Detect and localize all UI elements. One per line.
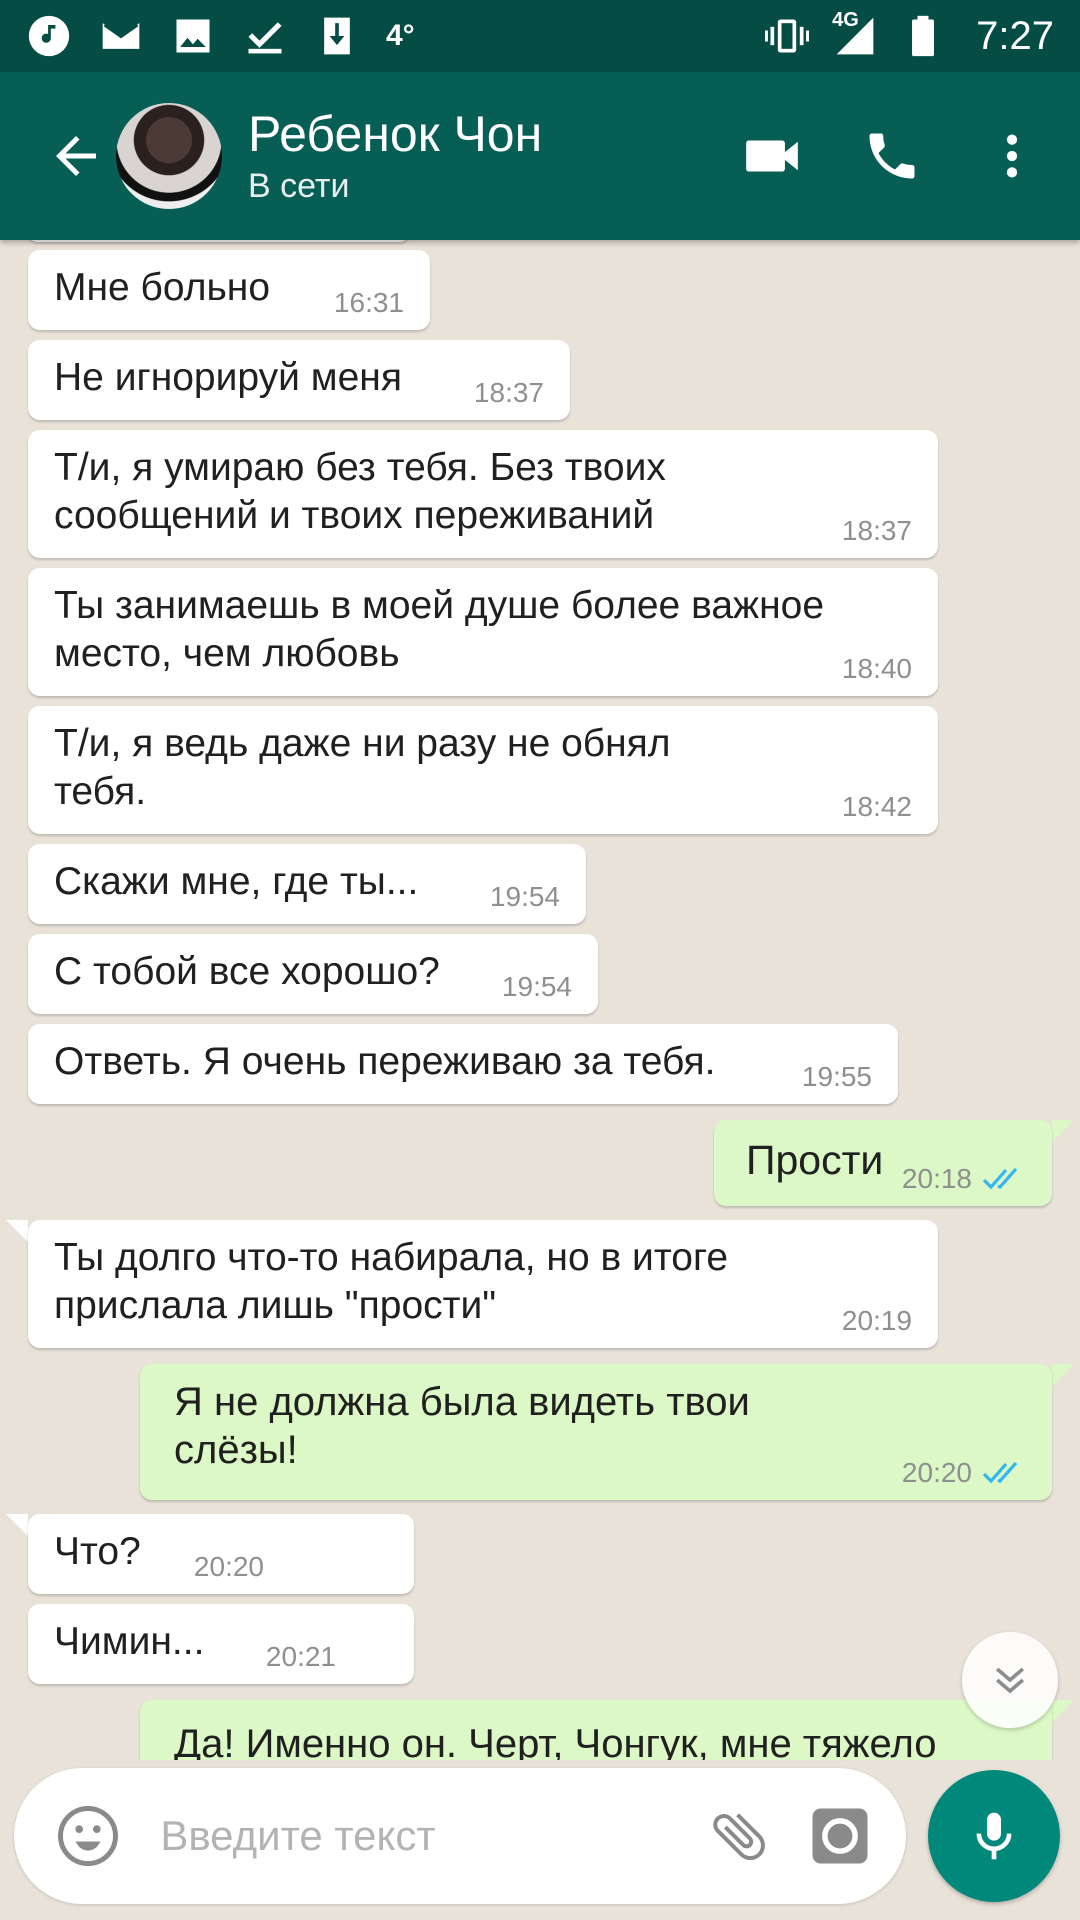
bubble-tail	[1052, 1120, 1074, 1142]
bubble-tail	[6, 1514, 28, 1536]
message-bubble-outgoing[interactable]: Прости 20:18	[714, 1120, 1052, 1206]
bubble-tail	[6, 1220, 28, 1242]
mail-icon	[98, 13, 144, 59]
scroll-to-bottom-button[interactable]	[962, 1632, 1058, 1728]
status-bar: 4° 4G 7:27	[0, 0, 1080, 72]
message-time: 18:42	[841, 791, 912, 822]
emoji-button[interactable]	[50, 1796, 126, 1876]
vibrate-icon	[764, 13, 810, 59]
bubble-tail	[1052, 1700, 1074, 1722]
message-time: 16:31	[333, 287, 404, 318]
read-ticks-icon	[982, 1167, 1018, 1190]
message-bubble[interactable]: Ты занимаешь в моей душе более важное ме…	[28, 568, 938, 696]
emoji-icon	[58, 1806, 119, 1866]
message-time: 19:55	[801, 1061, 872, 1092]
microphone-icon	[976, 1812, 1012, 1860]
check-icon	[242, 13, 288, 59]
contact-info[interactable]: Ребенок Чон В сети	[248, 104, 722, 208]
message-text: Не игнорируй меня	[54, 356, 402, 399]
message-bubble[interactable]: Ты долго что-то набирала, но в итоге при…	[28, 1220, 938, 1348]
video-call-button[interactable]	[722, 106, 822, 206]
message-text: Ответь. Я очень переживаю за тебя.	[54, 1040, 716, 1083]
network-label: 4G	[832, 9, 859, 31]
message-bubble[interactable]: Ответь. Я очень переживаю за тебя. 19:55	[28, 1024, 898, 1104]
message-list[interactable]: Мне больно 16:31 Не игнорируй меня 18:37…	[0, 240, 1080, 1760]
phone-icon	[869, 133, 915, 179]
message-text: Ты занимаешь в моей душе более важное ме…	[54, 584, 825, 675]
message-bubble[interactable]: С тобой все хорошо? 19:54	[28, 934, 598, 1014]
message-bubble[interactable]: Скажи мне, где ты... 19:54	[28, 844, 586, 924]
message-time: 20:18	[901, 1163, 972, 1194]
message-bubble[interactable]: Не игнорируй меня 18:37	[28, 340, 570, 420]
contact-status: В сети	[248, 167, 350, 205]
paperclip-icon	[713, 1813, 766, 1861]
message-bubble[interactable]: Т/и, я ведь даже ни разу не обнял тебя. …	[28, 706, 938, 834]
camera-button[interactable]	[802, 1796, 878, 1876]
bubble-tail	[1052, 1364, 1074, 1386]
double-chevron-down-icon	[995, 1667, 1025, 1694]
chat-header: Ребенок Чон В сети	[0, 72, 1080, 240]
compose-bar	[14, 1768, 906, 1904]
voice-message-button[interactable]	[928, 1770, 1060, 1902]
avatar[interactable]	[116, 103, 222, 209]
message-time: 18:40	[841, 653, 912, 684]
message-text: С тобой все хорошо?	[54, 950, 440, 993]
message-bubble-outgoing[interactable]: Я не должна была видеть твои слёзы! 20:2…	[140, 1364, 1052, 1500]
download-icon	[314, 13, 360, 59]
camera-icon	[812, 1808, 868, 1864]
message-time: 18:37	[841, 515, 912, 546]
message-time: 20:21	[265, 1641, 336, 1672]
back-button[interactable]	[28, 108, 124, 204]
message-text: Ты долго что-то набирала, но в итоге при…	[54, 1236, 729, 1327]
video-call-icon	[746, 140, 798, 172]
message-text: Я не должна была видеть твои слёзы!	[174, 1380, 750, 1472]
contact-name: Ребенок Чон	[248, 106, 543, 162]
more-vert-icon	[1006, 134, 1018, 178]
message-time: 18:37	[473, 377, 544, 408]
back-arrow-icon	[56, 136, 96, 176]
message-time: 20:20	[193, 1551, 264, 1582]
message-time: 20:19	[841, 1305, 912, 1336]
message-text: Чимин...	[54, 1620, 205, 1663]
message-time: 19:54	[489, 881, 560, 912]
attach-button[interactable]	[701, 1796, 777, 1876]
message-text: Т/и, я умираю без тебя. Без твоих сообще…	[54, 446, 666, 537]
message-bubble[interactable]: Что? 20:20	[28, 1514, 414, 1594]
temperature-label: 4°	[386, 19, 415, 52]
message-time: 20:20	[901, 1457, 972, 1488]
message-text: Т/и, я ведь даже ни разу не обнял тебя.	[54, 722, 671, 813]
message-bubble[interactable]: Т/и, я умираю без тебя. Без твоих сообще…	[28, 430, 938, 558]
message-text: Скажи мне, где ты...	[54, 860, 419, 903]
message-bubble[interactable]: Чимин... 20:21	[28, 1604, 414, 1684]
voice-call-button[interactable]	[842, 106, 942, 206]
more-options-button[interactable]	[962, 106, 1062, 206]
message-bubble[interactable]: Мне больно 16:31	[28, 250, 430, 330]
signal-icon: 4G	[832, 9, 878, 59]
image-icon	[170, 13, 216, 59]
battery-icon	[900, 13, 946, 59]
message-time: 19:54	[501, 971, 572, 1002]
message-bubble-partial	[26, 240, 411, 242]
read-ticks-icon	[982, 1461, 1018, 1484]
message-input[interactable]	[160, 1796, 702, 1876]
message-text: Да! Именно он. Черт, Чонгук, мне тяжело	[174, 1722, 937, 1760]
clock: 7:27	[976, 13, 1054, 58]
music-note-icon	[26, 13, 72, 59]
message-bubble-outgoing[interactable]: Да! Именно он. Черт, Чонгук, мне тяжело	[140, 1700, 1052, 1760]
